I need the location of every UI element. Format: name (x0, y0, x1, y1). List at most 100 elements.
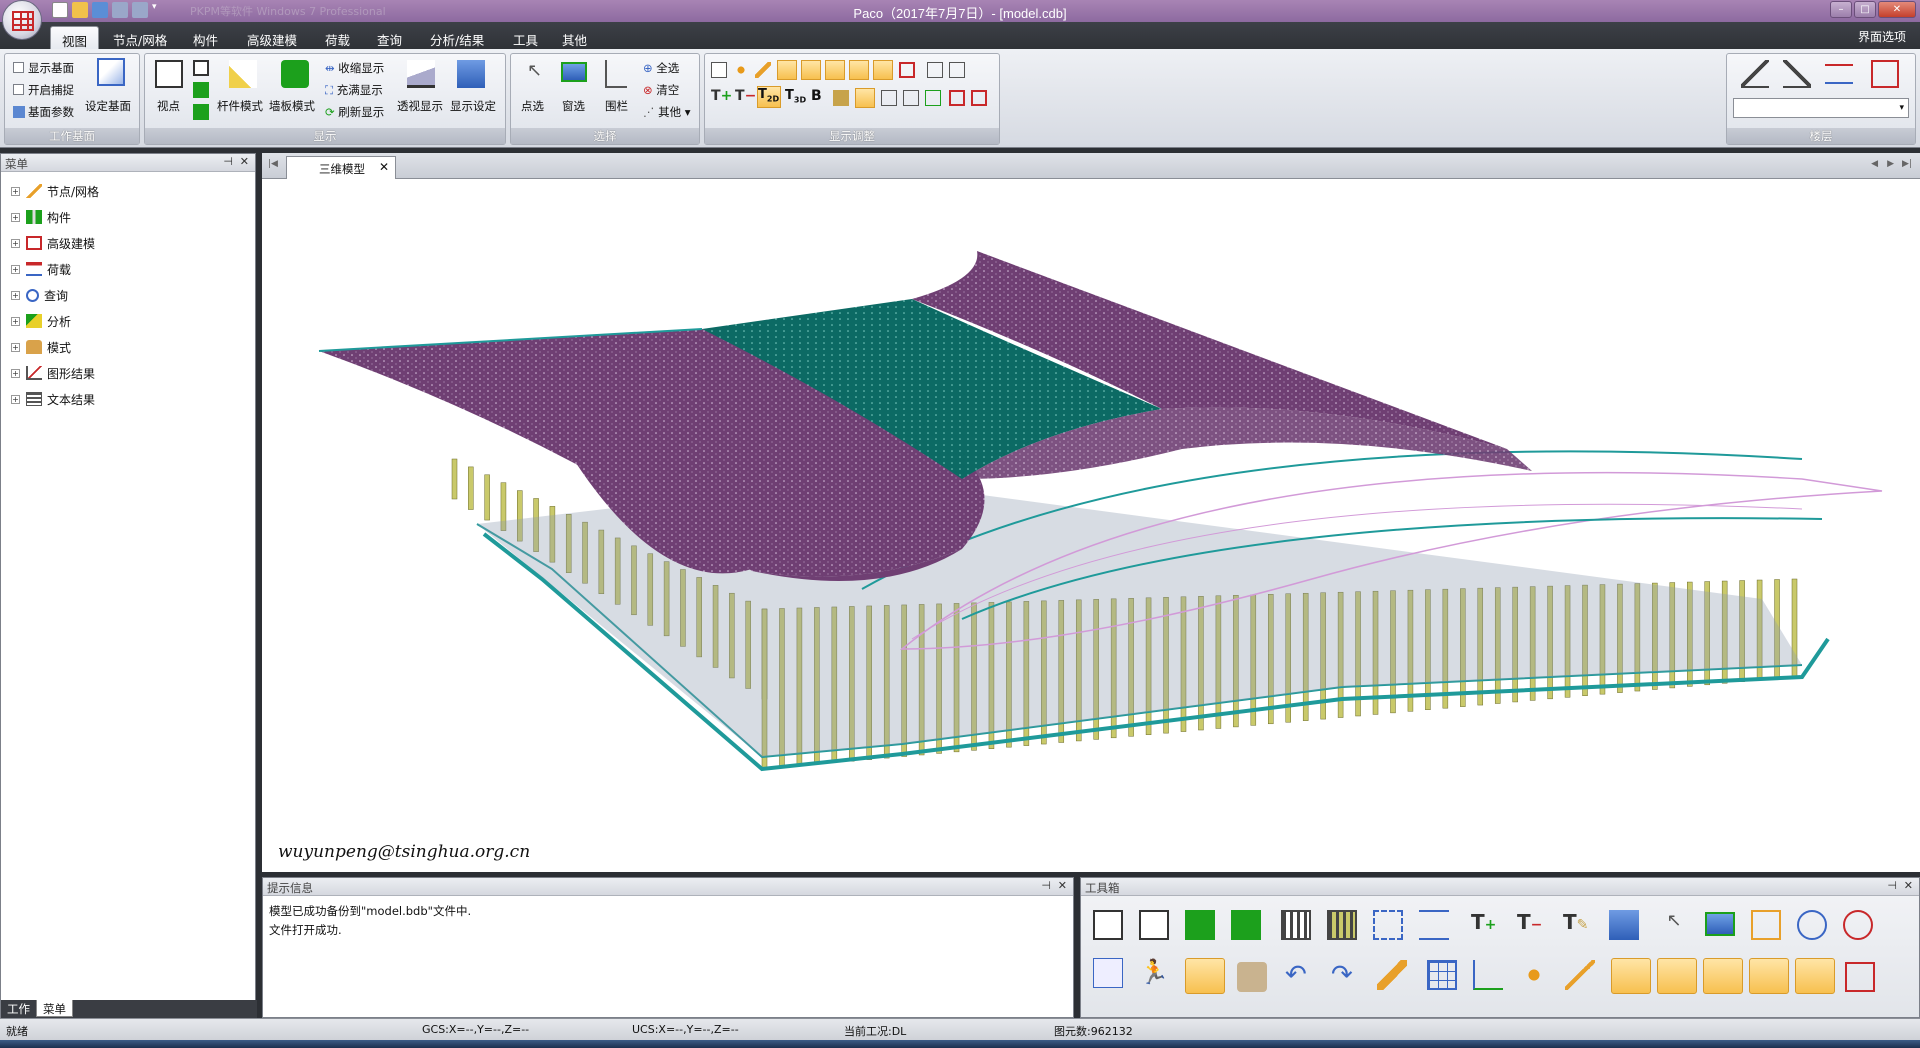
tab-prev-icon[interactable]: ◀ (1871, 159, 1878, 169)
adjust-column-icon[interactable] (855, 88, 875, 108)
tab-scroll-left-icon[interactable]: |◀ (268, 159, 278, 169)
set-plane-label[interactable]: 设定基面 (85, 98, 131, 114)
adjust-diamond-icon[interactable] (873, 60, 893, 80)
tool-select-all-icon[interactable] (1797, 910, 1827, 940)
adjust-line-icon[interactable] (755, 62, 771, 78)
plane-params-button[interactable]: 基面参数 (13, 104, 74, 120)
doc-tab-close-icon[interactable]: ✕ (379, 160, 389, 174)
tab-tools[interactable]: 工具 (502, 26, 549, 49)
wall-mode-icon[interactable] (281, 60, 309, 88)
show-plane-checkbox[interactable]: 显示基面 (13, 60, 74, 76)
tool-text-remove-icon[interactable]: T− (1517, 910, 1547, 940)
viewpoint-button[interactable]: 视点 (157, 98, 180, 114)
window-select-icon[interactable] (561, 62, 587, 82)
tab-work[interactable]: 工作 (1, 1000, 36, 1017)
tab-query[interactable]: 查询 (366, 26, 413, 49)
text-add-icon[interactable]: T+ (711, 88, 732, 104)
floor-select-dropdown[interactable]: ▾ (1733, 98, 1909, 118)
adjust-col4-icon[interactable] (925, 90, 941, 106)
tool-axis-icon[interactable] (1473, 960, 1503, 990)
tab-advanced-modeling[interactable]: 高级建模 (236, 26, 308, 49)
tab-menu[interactable]: 菜单 (36, 1000, 73, 1017)
view-top-icon[interactable] (193, 104, 209, 120)
tree-item-graph-results[interactable]: + 图形结果 (11, 360, 255, 386)
adjust-chart-icon[interactable] (927, 62, 943, 78)
adjust-nodes-icon[interactable] (733, 62, 749, 78)
floor-stair-up-icon[interactable] (1741, 60, 1769, 88)
tool-line-icon[interactable] (1565, 960, 1595, 990)
tab-load[interactable]: 荷载 (314, 26, 361, 49)
panel-close-icon[interactable]: ✕ (240, 155, 249, 168)
perspective-button[interactable]: 透视显示 (397, 98, 443, 114)
tree-item-text-results[interactable]: + 文本结果 (11, 386, 255, 412)
tool-text-brush-icon[interactable]: T✎ (1563, 910, 1593, 940)
tool-view-front-icon[interactable] (1139, 910, 1169, 940)
floor-plan-icon[interactable] (1825, 64, 1853, 84)
set-plane-icon[interactable] (97, 58, 125, 86)
tree-item-mode[interactable]: + 模式 (11, 334, 255, 360)
tool-nodes-icon[interactable] (1519, 960, 1549, 990)
adjust-grid-icon[interactable] (711, 62, 727, 78)
clear-select-button[interactable]: ⊗ 清空 (643, 82, 679, 98)
adjust-pencil-icon[interactable] (801, 60, 821, 80)
perspective-icon[interactable] (407, 60, 435, 88)
tool-frame-icon[interactable] (1281, 910, 1311, 940)
doc-tab-3d-model[interactable]: 三维模型 ✕ (286, 156, 396, 179)
tool-wall-icon[interactable] (1703, 958, 1743, 994)
ui-options-button[interactable]: 界面选项 (1858, 28, 1906, 45)
select-all-button[interactable]: ⊕ 全选 (643, 60, 679, 76)
tool-view-iso-icon[interactable] (1093, 910, 1123, 940)
tool-grid-icon[interactable] (1427, 960, 1457, 990)
tool-pin-icon[interactable] (1611, 958, 1651, 994)
adjust-col3-icon[interactable] (903, 90, 919, 106)
display-settings-icon[interactable] (457, 60, 485, 88)
other-select-button[interactable]: ⋰ 其他 ▾ (643, 104, 691, 120)
display-settings-button[interactable]: 显示设定 (450, 98, 496, 114)
tool-support-icon[interactable] (1845, 962, 1875, 992)
adjust-slab-icon[interactable] (849, 60, 869, 80)
adjust-col2-icon[interactable] (881, 90, 897, 106)
tab-next-icon[interactable]: ▶ (1887, 159, 1894, 169)
tree-item-query[interactable]: + 查询 (11, 282, 255, 308)
close-button[interactable]: ✕ (1878, 1, 1916, 18)
info-pin-icon[interactable]: ⊣ (1041, 879, 1051, 892)
adjust-support3-icon[interactable] (971, 90, 987, 106)
shrink-display-button[interactable]: ⇹ 收缩显示 (325, 60, 384, 76)
view-side-icon[interactable] (193, 82, 209, 98)
tool-diamond-icon[interactable] (1795, 958, 1835, 994)
tool-measure-icon[interactable] (1377, 960, 1407, 990)
tool-pointer-icon[interactable]: ↖ (1659, 910, 1689, 940)
snap-checkbox[interactable]: 开启捕捉 (13, 82, 74, 98)
tool-frame2-icon[interactable] (1327, 910, 1357, 940)
tool-view-side-icon[interactable] (1185, 910, 1215, 940)
tool-lock-icon[interactable] (1237, 962, 1267, 992)
text-2d-icon[interactable]: T2D (757, 86, 781, 108)
tab-analysis-results[interactable]: 分析/结果 (419, 26, 495, 49)
window-select-button[interactable]: 窗选 (562, 98, 585, 114)
text-3d-icon[interactable]: T3D (785, 88, 806, 105)
adjust-support2-icon[interactable] (949, 90, 965, 106)
adjust-chart2-icon[interactable] (949, 62, 965, 78)
brush-icon[interactable] (833, 90, 849, 106)
wall-mode-button[interactable]: 墙板模式 (269, 98, 315, 114)
viewpoint-icon[interactable] (155, 60, 183, 88)
tab-scroll-right-icon[interactable]: ▶| (1902, 159, 1912, 169)
adjust-pin-icon[interactable] (777, 60, 797, 80)
tree-item-member[interactable]: + 构件 (11, 204, 255, 230)
fence-select-button[interactable]: 围栏 (605, 98, 628, 114)
tree-item-advanced-modeling[interactable]: + 高级建模 (11, 230, 255, 256)
tool-redo-icon[interactable]: ↷ (1331, 960, 1361, 990)
maximize-button[interactable]: □ (1854, 1, 1876, 18)
point-select-button[interactable]: 点选 (521, 98, 544, 114)
tool-slab-icon[interactable] (1749, 958, 1789, 994)
floor-stair-down-icon[interactable] (1783, 60, 1811, 88)
minimize-button[interactable]: – (1830, 1, 1852, 18)
bold-text-icon[interactable]: B (811, 88, 822, 104)
tool-clear-select-icon[interactable] (1843, 910, 1873, 940)
info-close-icon[interactable]: ✕ (1058, 879, 1067, 892)
tool-shrink-icon[interactable] (1419, 910, 1449, 940)
refresh-display-button[interactable]: ⟳ 刷新显示 (325, 104, 384, 120)
tool-window-select-icon[interactable] (1705, 912, 1735, 936)
adjust-wall-icon[interactable] (825, 60, 845, 80)
adjust-support-icon[interactable] (899, 62, 915, 78)
